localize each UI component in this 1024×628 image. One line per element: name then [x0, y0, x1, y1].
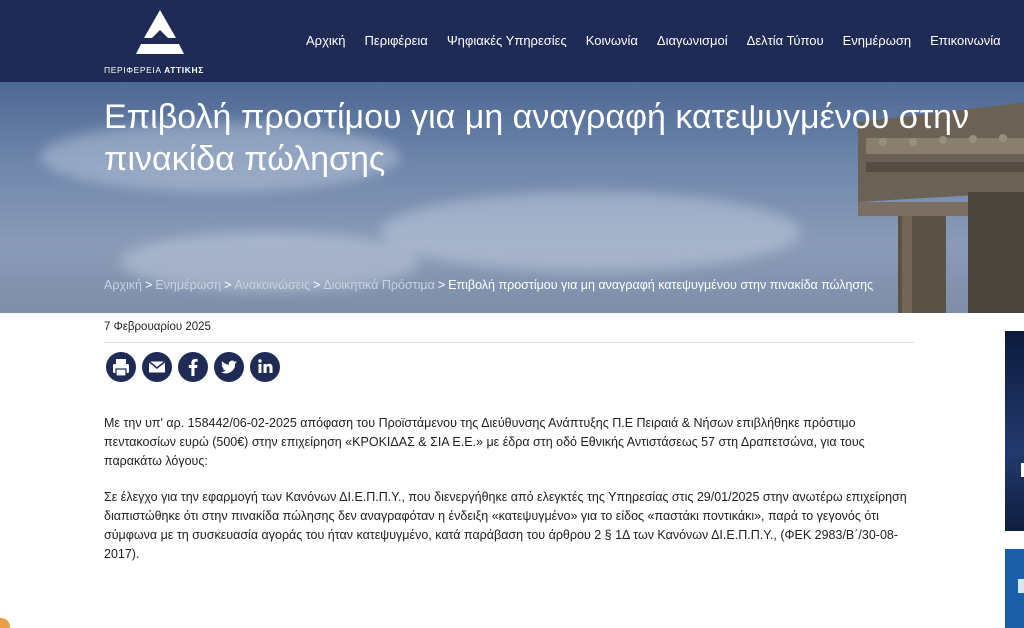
sidebar-banner[interactable]	[1005, 549, 1024, 628]
linkedin-icon	[250, 352, 280, 382]
nav-digital-services[interactable]: Ψηφιακές Υπηρεσίες	[447, 33, 567, 48]
nav-news[interactable]: Ενημέρωση	[843, 33, 912, 48]
logo-mark-icon	[136, 10, 184, 54]
breadcrumb-announcements[interactable]: Ανακοινώσεις	[234, 278, 310, 292]
print-icon	[106, 352, 136, 382]
breadcrumb-separator: >	[145, 278, 153, 292]
article-date: 7 Φεβρουαρίου 2025	[104, 321, 211, 333]
divider	[104, 342, 914, 343]
twitter-share-button[interactable]	[214, 352, 244, 382]
breadcrumb-fines[interactable]: Διοικητικά Πρόστιμα	[323, 278, 435, 292]
nav-region[interactable]: Περιφέρεια	[365, 33, 428, 48]
breadcrumb-current: Επιβολή προστίμου για μη αναγραφή κατεψυ…	[448, 278, 874, 292]
breadcrumb-separator: >	[437, 278, 446, 292]
article-paragraph: Σε έλεγχο για την εφαρμογή των Κανόνων Δ…	[104, 490, 907, 561]
nav-contact[interactable]: Επικοινωνία	[930, 33, 1001, 48]
region-logo[interactable]: ΠΕΡΙΦΕΡΕΙΑ ΑΤΤΙΚΗΣ	[104, 8, 216, 78]
breadcrumb: Αρχική > Ενημέρωση > Ανακοινώσεις > Διοικητικά…	[104, 278, 873, 292]
page-title: Επιβολή προστίμου για μη αναγραφή κατεψυ…	[104, 98, 970, 178]
cloud-decoration	[380, 192, 800, 272]
banner-glyph	[1018, 579, 1024, 593]
facebook-icon	[178, 352, 208, 382]
hero-banner: Επιβολή προστίμου για μη αναγραφή κατεψυ…	[0, 82, 1024, 313]
breadcrumb-news[interactable]: Ενημέρωση	[155, 278, 221, 292]
email-share-button[interactable]	[142, 352, 172, 382]
main-nav: Αρχική Περιφέρεια Ψηφιακές Υπηρεσίες Κοινων…	[306, 32, 1020, 50]
email-icon	[142, 352, 172, 382]
logo-text: ΠΕΡΙΦΕΡΕΙΑ ΑΤΤΙΚΗΣ	[104, 65, 204, 75]
nav-society[interactable]: Κοινωνία	[586, 33, 638, 48]
article-paragraph: Με την υπ' αρ. 158442/06-02-2025 απόφαση…	[104, 416, 865, 468]
share-buttons	[106, 352, 286, 382]
sidebar-banner[interactable]	[1005, 331, 1024, 531]
nav-home[interactable]: Αρχική	[306, 33, 346, 48]
breadcrumb-home[interactable]: Αρχική	[104, 278, 142, 292]
breadcrumb-separator: >	[224, 278, 232, 292]
twitter-icon	[214, 352, 244, 382]
nav-press-releases[interactable]: Δελτία Τύπου	[747, 33, 824, 48]
facebook-share-button[interactable]	[178, 352, 208, 382]
floating-button[interactable]	[0, 618, 10, 628]
nav-tenders[interactable]: Διαγωνισμοί	[657, 33, 728, 48]
linkedin-share-button[interactable]	[250, 352, 280, 382]
breadcrumb-separator: >	[313, 278, 321, 292]
print-button[interactable]	[106, 352, 136, 382]
site-header: ΠΕΡΙΦΕΡΕΙΑ ΑΤΤΙΚΗΣ Αρχική Περιφέρεια Ψηφια…	[0, 0, 1024, 82]
